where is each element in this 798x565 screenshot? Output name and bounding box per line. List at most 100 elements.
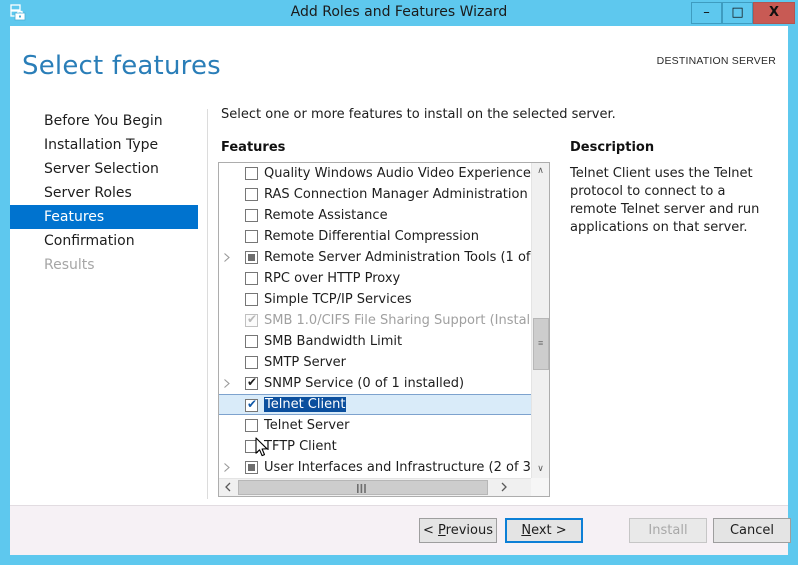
feature-checkbox[interactable]: ✔ xyxy=(245,397,258,412)
expand-chevron-icon[interactable] xyxy=(223,378,233,389)
feature-row[interactable]: Remote Assistance xyxy=(219,205,531,226)
feature-checkbox[interactable] xyxy=(245,251,258,264)
feature-row[interactable]: Remote Differential Compression xyxy=(219,226,531,247)
features-horizontal-scrollbar[interactable] xyxy=(219,478,531,496)
sidebar-item-features[interactable]: Features xyxy=(10,205,198,229)
sidebar-item-label: Server Selection xyxy=(44,161,159,177)
features-vertical-scrollbar[interactable]: ∧ ≡ ∨ xyxy=(531,163,549,478)
vertical-scroll-thumb[interactable]: ≡ xyxy=(533,318,549,370)
feature-label: RPC over HTTP Proxy xyxy=(264,271,401,286)
sidebar-item-before-you-begin[interactable]: Before You Begin xyxy=(10,109,198,133)
check-icon: ✔ xyxy=(247,397,258,411)
minimize-button[interactable]: – xyxy=(691,2,722,24)
expand-chevron-icon[interactable] xyxy=(223,462,233,473)
nav-divider xyxy=(207,109,208,499)
feature-checkbox[interactable] xyxy=(245,440,258,453)
sidebar-item-label: Installation Type xyxy=(44,137,159,153)
features-tree-viewport: Quality Windows Audio Video Experience RA… xyxy=(219,163,531,478)
feature-checkbox[interactable] xyxy=(245,272,258,285)
sidebar-item-confirmation[interactable]: Confirmation xyxy=(10,229,198,253)
feature-checkbox[interactable] xyxy=(245,419,258,432)
partial-check-icon xyxy=(248,464,255,471)
feature-checkbox[interactable] xyxy=(245,188,258,201)
feature-label: SMB Bandwidth Limit xyxy=(264,334,403,349)
sidebar-item-label: Confirmation xyxy=(44,233,135,249)
description-body: Telnet Client uses the Telnet protocol t… xyxy=(570,166,760,235)
check-icon: ✔ xyxy=(247,375,258,389)
wizard-window: Add Roles and Features Wizard – □ X Sele… xyxy=(0,0,798,565)
maximize-button[interactable]: □ xyxy=(722,2,753,24)
feature-row[interactable]: User Interfaces and Infrastructure (2 of… xyxy=(219,457,531,478)
horizontal-scroll-thumb[interactable] xyxy=(238,480,488,495)
feature-row[interactable]: Remote Server Administration Tools (1 of… xyxy=(219,247,531,268)
sidebar-item-label: Server Roles xyxy=(44,185,132,201)
feature-label: User Interfaces and Infrastructure (2 of… xyxy=(264,460,531,475)
feature-label: Telnet Client xyxy=(264,397,347,412)
feature-row[interactable]: Quality Windows Audio Video Experience xyxy=(219,163,531,184)
feature-row[interactable]: ✔ Telnet Client xyxy=(219,394,531,415)
feature-checkbox[interactable] xyxy=(245,293,258,306)
feature-label: SNMP Service (0 of 1 installed) xyxy=(264,376,465,391)
destination-server-label: DESTINATION SERVER xyxy=(656,55,776,67)
next-button[interactable]: Next > xyxy=(505,518,583,543)
page-title: Select features xyxy=(22,51,221,81)
close-button[interactable]: X xyxy=(753,2,795,24)
cancel-button[interactable]: Cancel xyxy=(713,518,791,543)
feature-row[interactable]: Simple TCP/IP Services xyxy=(219,289,531,310)
wizard-footer: < Previous Next > Install Cancel xyxy=(10,505,791,555)
sidebar-item-label: Features xyxy=(44,209,105,225)
feature-row[interactable]: ✔ SMB 1.0/CIFS File Sharing Support (Inst… xyxy=(219,310,531,331)
feature-checkbox[interactable]: ✔ xyxy=(245,375,258,390)
scroll-grip-icon: ≡ xyxy=(538,338,544,348)
partial-check-icon xyxy=(248,254,255,261)
feature-label: Remote Differential Compression xyxy=(264,229,479,244)
feature-label: Quality Windows Audio Video Experience xyxy=(264,166,531,181)
scroll-down-icon[interactable]: ∨ xyxy=(532,461,549,478)
wizard-step-nav: Before You Begin Installation Type Server … xyxy=(10,109,198,277)
feature-label: Simple TCP/IP Services xyxy=(264,292,412,307)
window-title: Add Roles and Features Wizard xyxy=(290,4,508,20)
feature-checkbox[interactable] xyxy=(245,209,258,222)
feature-checkbox[interactable] xyxy=(245,167,258,180)
feature-label: SMTP Server xyxy=(264,355,347,370)
feature-label: SMB 1.0/CIFS File Sharing Support (Insta… xyxy=(264,313,531,328)
scroll-grip-icon xyxy=(357,484,368,494)
feature-row[interactable]: ✔ SNMP Service (0 of 1 installed) xyxy=(219,373,531,394)
sidebar-item-server-roles[interactable]: Server Roles xyxy=(10,181,198,205)
feature-row[interactable]: RAS Connection Manager Administration Ki… xyxy=(219,184,531,205)
title-bar[interactable]: Add Roles and Features Wizard – □ X xyxy=(0,0,798,26)
feature-row[interactable]: SMB Bandwidth Limit xyxy=(219,331,531,352)
check-icon: ✔ xyxy=(247,312,258,326)
feature-row[interactable]: Telnet Server xyxy=(219,415,531,436)
feature-checkbox[interactable] xyxy=(245,230,258,243)
scroll-up-icon[interactable]: ∧ xyxy=(532,163,549,180)
install-button: Install xyxy=(629,518,707,543)
sidebar-item-label: Results xyxy=(44,257,95,273)
sidebar-item-results: Results xyxy=(10,253,198,277)
features-tree[interactable]: Quality Windows Audio Video Experience RA… xyxy=(218,162,550,497)
sidebar-item-label: Before You Begin xyxy=(44,113,163,129)
feature-row[interactable]: TFTP Client xyxy=(219,436,531,457)
expand-chevron-icon[interactable] xyxy=(223,252,233,263)
feature-label: TFTP Client xyxy=(264,439,337,454)
feature-checkbox[interactable] xyxy=(245,356,258,369)
scrollbar-corner xyxy=(531,478,549,496)
feature-label: Telnet Server xyxy=(264,418,350,433)
instruction-text: Select one or more features to install o… xyxy=(221,107,616,122)
scroll-left-icon[interactable] xyxy=(219,479,236,496)
wizard-client-area: Select features DESTINATION SERVER Befor… xyxy=(10,26,791,555)
feature-row[interactable]: SMTP Server xyxy=(219,352,531,373)
sidebar-item-installation-type[interactable]: Installation Type xyxy=(10,133,198,157)
feature-row[interactable]: RPC over HTTP Proxy xyxy=(219,268,531,289)
feature-label: RAS Connection Manager Administration Ki… xyxy=(264,187,531,202)
sidebar-item-server-selection[interactable]: Server Selection xyxy=(10,157,198,181)
feature-checkbox: ✔ xyxy=(245,312,258,327)
feature-checkbox[interactable] xyxy=(245,461,258,474)
feature-label: Remote Assistance xyxy=(264,208,388,223)
features-heading: Features xyxy=(221,140,286,155)
scroll-right-icon[interactable] xyxy=(495,479,512,496)
description-heading: Description xyxy=(570,140,655,155)
previous-button[interactable]: < Previous xyxy=(419,518,497,543)
feature-checkbox[interactable] xyxy=(245,335,258,348)
feature-label: Remote Server Administration Tools (1 of… xyxy=(264,250,531,265)
